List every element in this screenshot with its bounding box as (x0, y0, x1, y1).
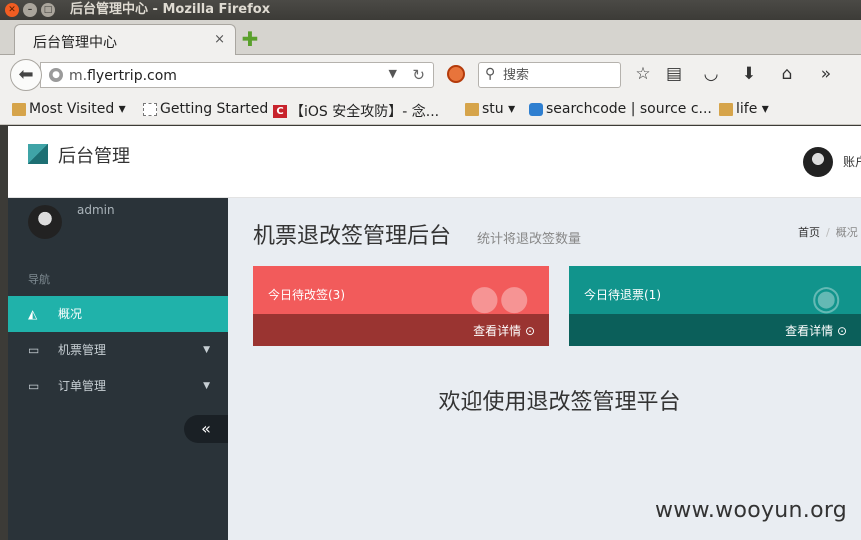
folder-icon (719, 102, 733, 116)
users-icon: ●● (469, 278, 529, 318)
breadcrumb: 首页 / 概况 (798, 224, 858, 240)
breadcrumb-separator: / (826, 226, 830, 239)
welcome-message: 欢迎使用退改签管理平台 (438, 390, 681, 415)
stat-card-pending-refund: 今日待退票(1) ◉ 查看详情 ⊙ (569, 266, 861, 346)
sidebar-item-order-management[interactable]: ▭ 订单管理 ▼ (8, 368, 228, 404)
bookmark-label: Most Visited ▾ (29, 101, 126, 117)
url-bar[interactable]: ● m.flyertrip.com ▼ ↻ (40, 62, 434, 88)
sidebar-item-label: 订单管理 (58, 379, 107, 393)
searchcode-favicon-icon (529, 102, 543, 116)
card-footer[interactable]: 查看详情 ⊙ (253, 314, 549, 346)
site-brand[interactable]: 后台管理 (58, 142, 130, 168)
tab-close-icon[interactable]: × (214, 32, 225, 47)
sidebar-username: admin (77, 203, 115, 217)
card-body: 今日待退票(1) ◉ (569, 266, 861, 318)
bookmark-label: searchcode | source c... (546, 101, 712, 117)
close-window-icon[interactable]: ✕ (5, 3, 19, 17)
tab-strip: 后台管理中心 × ✚ (0, 20, 861, 55)
reading-list-icon[interactable]: ▤ (663, 63, 685, 85)
pocket-icon[interactable]: ◡ (700, 63, 722, 85)
sidebar-item-label: 概况 (58, 307, 83, 321)
url-text[interactable]: m.flyertrip.com (69, 68, 177, 84)
window-controls: ✕ – □ (5, 3, 55, 17)
sidebar-item-ticket-management[interactable]: ▭ 机票管理 ▼ (8, 332, 228, 368)
caret-down-icon: ▼ (203, 381, 210, 391)
main-content: 机票退改签管理后台 统计将退改签数量 首页 / 概况 今日待改签(3) ●● 查看详… (228, 198, 861, 540)
area-chart-icon: ◭ (28, 307, 38, 321)
sidebar-nav-label: 导航 (28, 273, 50, 286)
card-body: 今日待改签(3) ●● (253, 266, 549, 318)
navigation-toolbar: ● m.flyertrip.com ▼ ↻ ⬅ (0, 55, 861, 95)
home-icon[interactable]: ⌂ (776, 63, 798, 85)
back-arrow-icon[interactable]: ⬅ (10, 59, 42, 91)
laptop-icon: ▭ (28, 379, 40, 393)
bookmark-searchcode[interactable]: searchcode | source c... (529, 101, 712, 117)
window-titlebar: ✕ – □ 后台管理中心 - Mozilla Firefox (0, 0, 861, 20)
page-subtitle: 统计将退改签数量 (477, 232, 582, 247)
search-input[interactable] (503, 66, 613, 84)
view-details-link[interactable]: 查看详情 ⊙ (785, 322, 847, 339)
page-icon (143, 102, 157, 116)
overflow-chevron-icon[interactable]: » (815, 63, 837, 85)
addon-icon[interactable] (447, 65, 465, 83)
maximize-window-icon[interactable]: □ (41, 3, 55, 17)
tab-active[interactable]: 后台管理中心 × (14, 24, 236, 55)
site-favicon-icon: C (273, 104, 287, 118)
search-icon: ⚲ (485, 66, 496, 82)
card-label: 今日待改签(3) (268, 288, 345, 302)
header-avatar[interactable] (803, 147, 833, 177)
bookmark-getting-started[interactable]: Getting Started (143, 101, 268, 117)
globe-icon: ● (49, 68, 63, 82)
folder-icon (465, 102, 479, 116)
card-label: 今日待退票(1) (584, 288, 661, 302)
sidebar-avatar (28, 205, 62, 239)
reload-icon[interactable]: ↻ (412, 66, 425, 84)
tab-title: 后台管理中心 (33, 35, 117, 51)
site-logo-icon[interactable] (28, 144, 48, 164)
web-page: 后台管理 账户 admin 导航 ◭ 概况 ▭ 机票管理 ▼ ▭ 订单管理 ▼ … (8, 126, 861, 540)
breadcrumb-home[interactable]: 首页 (798, 226, 820, 239)
window-title: 后台管理中心 - Mozilla Firefox (70, 2, 271, 17)
folder-icon (12, 102, 26, 116)
minimize-window-icon[interactable]: – (23, 3, 37, 17)
card-footer[interactable]: 查看详情 ⊙ (569, 314, 861, 346)
breadcrumb-current: 概况 (835, 226, 858, 239)
bookmark-label: 【iOS 安全攻防】- 念... (290, 104, 440, 120)
url-prefix: m. (69, 68, 88, 84)
sidebar: admin 导航 ◭ 概况 ▭ 机票管理 ▼ ▭ 订单管理 ▼ « (8, 198, 228, 540)
bookmark-star-icon[interactable]: ☆ (632, 63, 654, 85)
sidebar-item-overview[interactable]: ◭ 概况 (8, 296, 228, 332)
site-header: 后台管理 账户 (8, 126, 861, 198)
github-cat-icon: ◉ (811, 278, 841, 318)
bookmark-label: life ▾ (736, 101, 769, 117)
url-dropdown-icon[interactable]: ▼ (389, 67, 397, 80)
collapse-sidebar-button[interactable]: « (184, 415, 228, 443)
bookmark-folder-stu[interactable]: stu ▾ (465, 101, 515, 117)
bookmark-folder-life[interactable]: life ▾ (719, 101, 769, 117)
url-host: flyertrip.com (87, 68, 177, 84)
watermark-text: www.wooyun.org (655, 498, 848, 523)
sidebar-item-label: 机票管理 (58, 343, 107, 357)
search-box[interactable]: ⚲ (478, 62, 621, 88)
stat-card-pending-change: 今日待改签(3) ●● 查看详情 ⊙ (253, 266, 549, 346)
new-tab-plus-icon[interactable]: ✚ (240, 29, 260, 50)
bookmark-ios-security[interactable]: C 【iOS 安全攻防】- 念... (273, 101, 439, 121)
bookmark-label: stu ▾ (482, 101, 516, 117)
account-menu[interactable]: 账户 (843, 153, 861, 170)
bookmarks-toolbar: Most Visited ▾ Getting Started C 【iOS 安全攻… (0, 95, 861, 125)
view-details-link[interactable]: 查看详情 ⊙ (473, 322, 535, 339)
page-title: 机票退改签管理后台 (253, 224, 452, 249)
bookmark-label: Getting Started (160, 101, 269, 117)
download-arrow-icon[interactable]: ⬇ (738, 63, 760, 85)
caret-down-icon: ▼ (203, 345, 210, 355)
bookmark-most-visited[interactable]: Most Visited ▾ (12, 101, 126, 117)
laptop-icon: ▭ (28, 343, 40, 357)
